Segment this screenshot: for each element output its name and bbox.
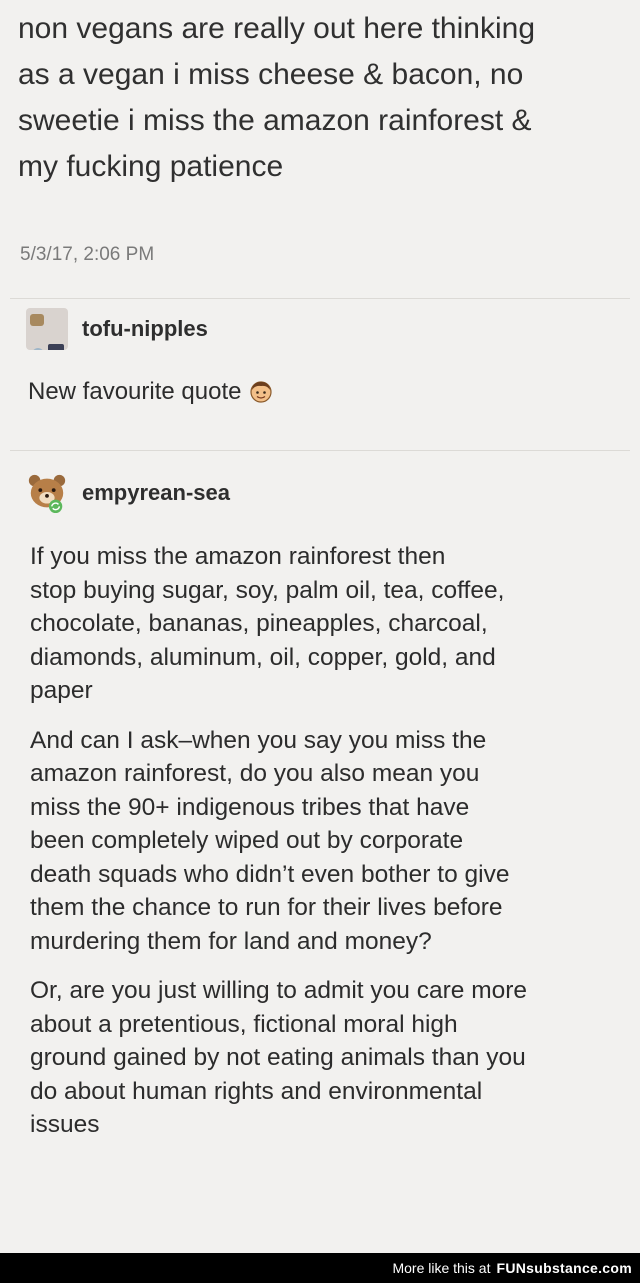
- text-line: ground gained by not eating animals than…: [30, 1044, 526, 1071]
- text-line: stop buying sugar, soy, palm oil, tea, c…: [30, 576, 505, 604]
- footer-text: More like this at: [392, 1260, 491, 1276]
- text-line: And can I ask–when you say you miss the: [30, 726, 487, 754]
- paragraph: Or, are you just willing to admit you ca…: [30, 974, 634, 1142]
- brand-link[interactable]: FUNsubstance.com: [497, 1260, 633, 1276]
- text-line: death squads who didn’t even bother to g…: [30, 860, 510, 888]
- text-line: If you miss the amazon rainforest then: [30, 543, 446, 570]
- text-line: diamonds, aluminum, oil, copper, gold, a…: [30, 643, 496, 671]
- reply2-body: If you miss the amazon rainforest then s…: [30, 540, 634, 1142]
- username[interactable]: empyrean-sea: [82, 480, 230, 506]
- face-emoji-icon: [250, 381, 273, 403]
- text-line: chocolate, bananas, pineapples, charcoal…: [30, 610, 488, 637]
- paragraph: If you miss the amazon rainforest then s…: [30, 540, 634, 708]
- text-line: about a pretentious, fictional moral hig…: [30, 1010, 458, 1038]
- text-line: amazon rainforest, do you also mean you: [30, 760, 480, 787]
- reply2-header: empyrean-sea: [26, 472, 230, 514]
- reply1-text: New favourite quote: [28, 378, 242, 405]
- reply1-header: tofu-nipples: [26, 308, 208, 350]
- footer-bar: More like this at FUNsubstance.com: [0, 1253, 640, 1283]
- divider: [10, 450, 630, 451]
- text-line: been completely wiped out by corporate: [30, 827, 464, 854]
- text-line: issues: [30, 1111, 100, 1138]
- tweet-line: non vegans are really out here thinking: [18, 12, 536, 45]
- bear-avatar-icon[interactable]: [26, 472, 68, 514]
- text-line: murdering them for land and money?: [30, 927, 432, 955]
- reply1-body: New favourite quote: [28, 378, 273, 406]
- tweet-line: as a vegan i miss cheese & bacon, no: [18, 58, 524, 91]
- divider: [10, 298, 630, 299]
- paragraph: And can I ask–when you say you miss the …: [30, 724, 634, 959]
- tweet-line: sweetie i miss the amazon rainforest &: [18, 104, 532, 137]
- text-line: miss the 90+ indigenous tribes that have: [30, 793, 470, 821]
- tweet-line: my fucking patience: [18, 150, 284, 183]
- username[interactable]: tofu-nipples: [82, 316, 208, 342]
- text-line: do about human rights and environmental: [30, 1077, 483, 1105]
- tweet-timestamp: 5/3/17, 2:06 PM: [20, 244, 155, 265]
- text-line: Or, are you just willing to admit you ca…: [30, 977, 528, 1004]
- tweet-text: non vegans are really out here thinking …: [18, 6, 630, 190]
- text-line: paper: [30, 677, 93, 704]
- text-line: them the chance to run for their lives b…: [30, 894, 503, 921]
- avatar[interactable]: [26, 308, 68, 350]
